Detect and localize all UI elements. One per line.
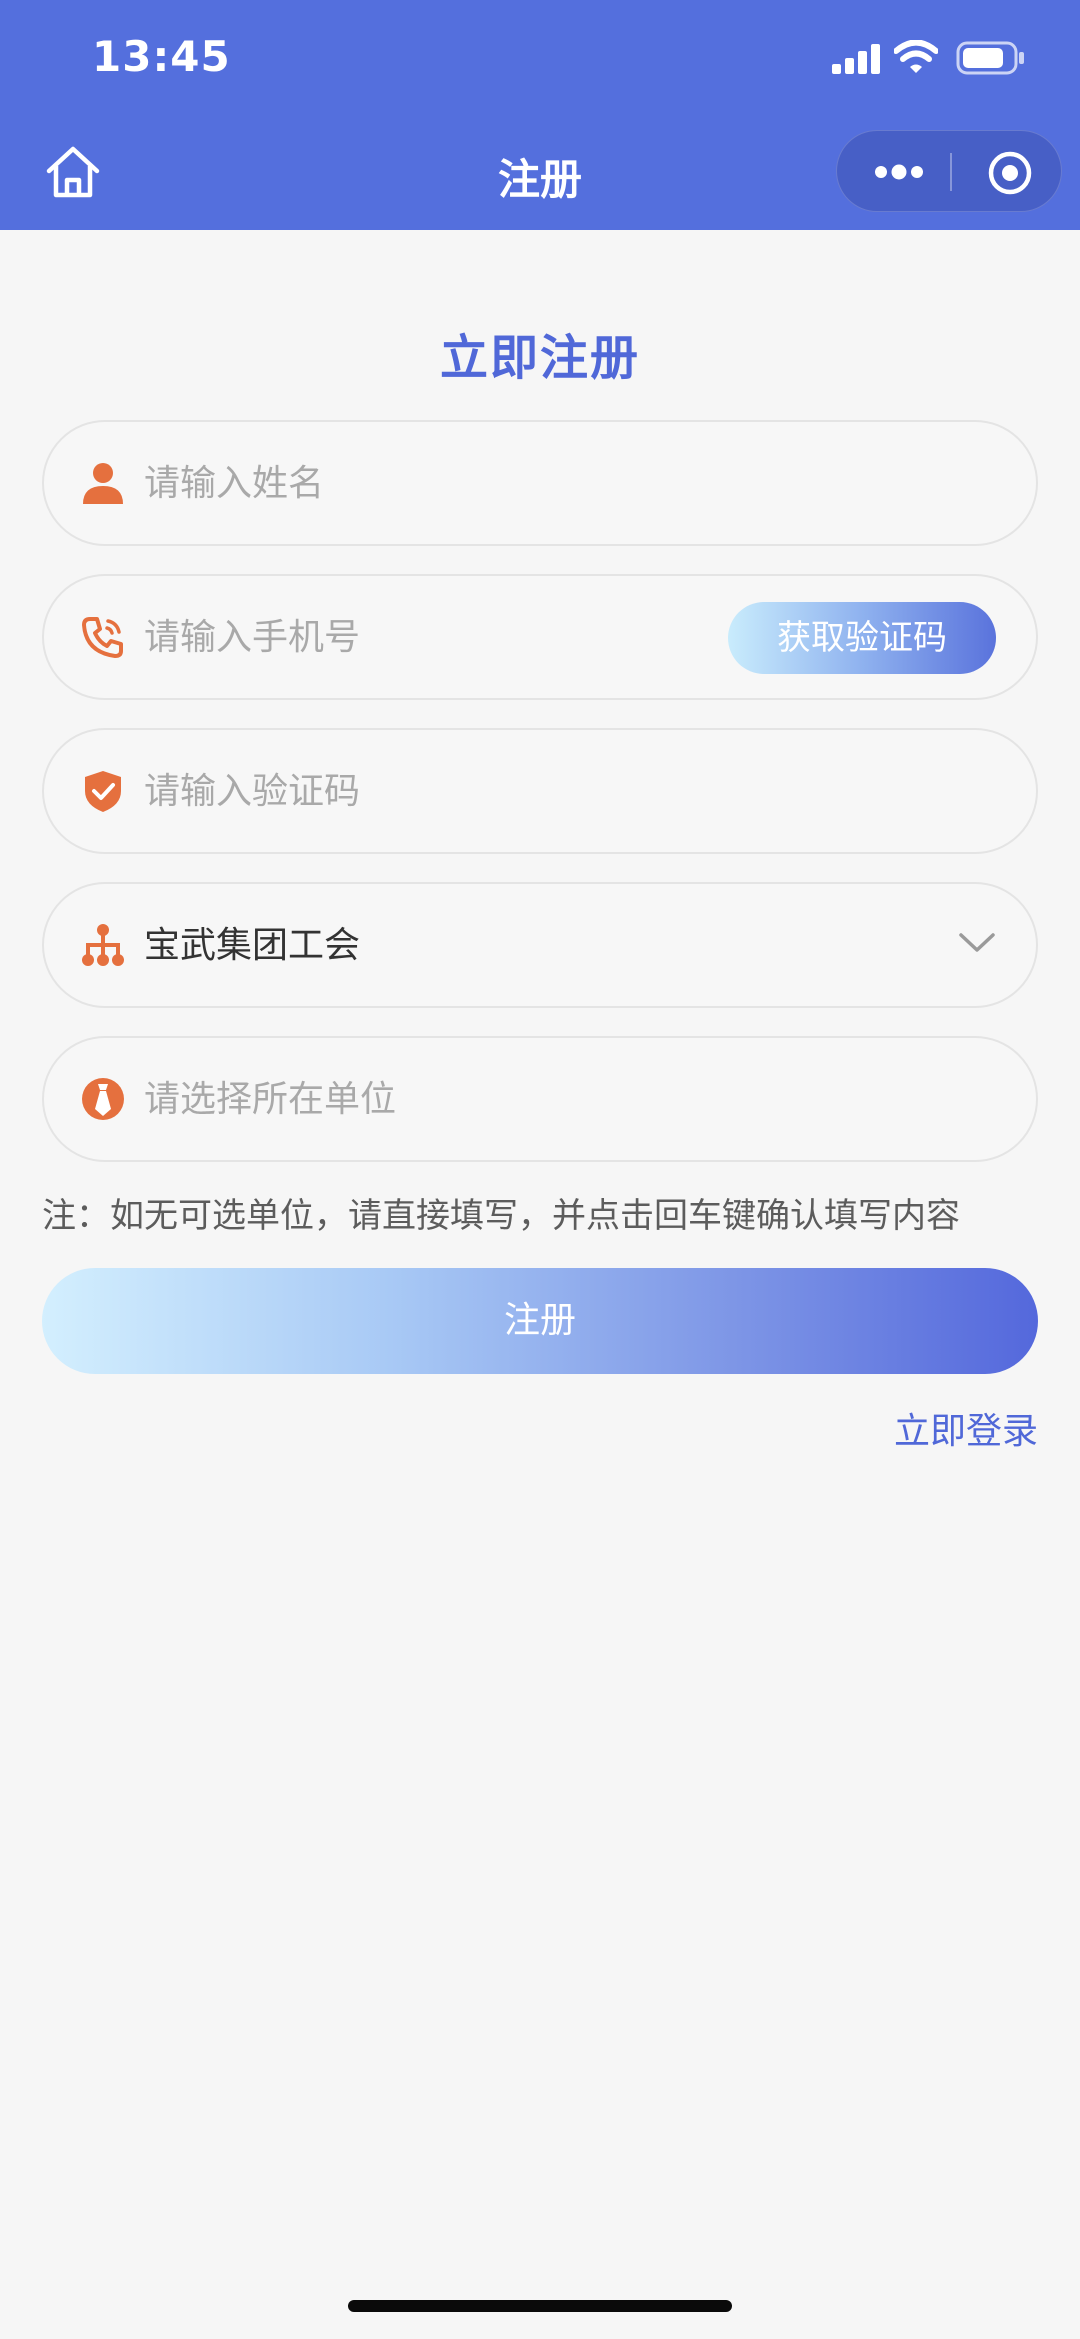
unit-input[interactable]: 请选择所在单位 [144, 1078, 396, 1122]
chevron-down-icon [959, 933, 995, 952]
code-field[interactable]: 请输入验证码 [42, 728, 1038, 854]
org-chart-icon [82, 924, 124, 966]
get-code-button[interactable]: 获取验证码 [728, 602, 996, 674]
login-link[interactable]: 立即登录 [894, 1402, 1038, 1454]
register-button[interactable]: 注册 [42, 1268, 1038, 1374]
name-input[interactable]: 请输入姓名 [144, 462, 324, 506]
status-time: 13:45 [92, 32, 231, 81]
home-indicator [348, 2300, 732, 2312]
phone-field[interactable]: 请输入手机号 获取验证码 [42, 574, 1038, 700]
shield-check-icon [85, 771, 121, 812]
person-icon [83, 463, 123, 504]
mini-program-capsule [836, 130, 1062, 212]
capsule-divider [950, 153, 952, 191]
register-heading: 立即注册 [439, 330, 640, 386]
code-input[interactable]: 请输入验证码 [144, 770, 360, 814]
page-title: 注册 [497, 155, 582, 204]
organization-value: 宝武集团工会 [144, 925, 361, 966]
close-target-icon[interactable] [987, 150, 1033, 196]
battery-icon [956, 41, 1024, 75]
more-icon[interactable] [873, 157, 925, 187]
wifi-icon [894, 40, 938, 73]
signal-icon [832, 44, 880, 74]
tie-icon [82, 1078, 124, 1120]
phone-icon [82, 617, 123, 658]
unit-field[interactable]: 请选择所在单位 [42, 1036, 1038, 1162]
phone-input[interactable]: 请输入手机号 [144, 616, 360, 660]
organization-select[interactable]: 宝武集团工会 [42, 882, 1038, 1008]
home-icon[interactable] [44, 144, 102, 200]
unit-note: 注：如无可选单位，请直接填写，并点击回车键确认填写内容 [42, 1196, 960, 1236]
name-field[interactable]: 请输入姓名 [42, 420, 1038, 546]
top-bar: 13:45 注册 [0, 0, 1080, 230]
